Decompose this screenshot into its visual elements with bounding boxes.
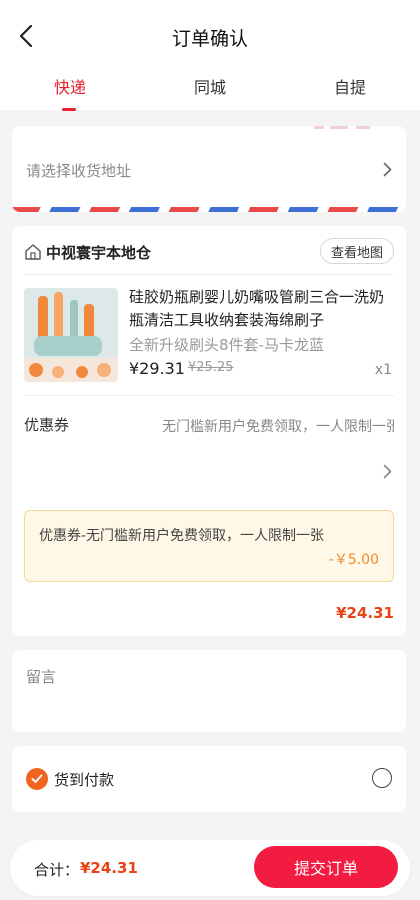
divider: [24, 274, 394, 275]
status-bar: [300, 0, 380, 2]
product-original-price: ¥25.25: [188, 360, 234, 375]
applied-coupon-amount: -￥5.00: [328, 552, 379, 568]
address-selector[interactable]: 请选择收货地址: [12, 126, 406, 212]
total-label: 合计：: [34, 861, 80, 879]
check-icon[interactable]: [26, 768, 48, 790]
address-placeholder: 请选择收货地址: [26, 162, 132, 180]
checkout-bar: 合计： ¥24.31 提交订单: [10, 840, 410, 896]
coupon-label: 优惠券: [24, 416, 70, 434]
payment-option-cod[interactable]: 货到付款: [12, 746, 406, 812]
delivery-tabs: 快递 同城 自提: [0, 74, 420, 111]
note-field[interactable]: 留言: [12, 650, 406, 732]
chevron-right-icon[interactable]: [383, 464, 392, 479]
address-decoration: [314, 126, 370, 129]
view-map-button[interactable]: 查看地图: [319, 238, 394, 264]
airmail-border: [12, 207, 406, 212]
applied-coupon: 优惠券-无门槛新用户免费领取，一人限制一张 -￥5.00: [24, 510, 394, 582]
tab-same-city[interactable]: 同城: [170, 74, 250, 98]
order-card: 中视寰宇本地仓 查看地图 硅胶奶瓶刷婴儿奶嘴吸管刷三合一洗奶瓶清洁工具收纳套装海…: [12, 226, 406, 636]
chevron-right-icon: [383, 162, 392, 177]
tab-active-indicator: [62, 108, 76, 111]
tab-pickup[interactable]: 自提: [310, 74, 390, 98]
product-title[interactable]: 硅胶奶瓶刷婴儿奶嘴吸管刷三合一洗奶瓶清洁工具收纳套装海绵刷子: [129, 286, 395, 332]
product-spec: 全新升级刷头8件套-马卡龙蓝: [129, 336, 324, 354]
product-photo: [24, 288, 118, 382]
product-image[interactable]: [24, 288, 118, 382]
tab-express[interactable]: 快递: [30, 74, 110, 98]
divider: [24, 395, 394, 396]
applied-coupon-text: 优惠券-无门槛新用户免费领取，一人限制一张: [39, 528, 325, 544]
submit-order-button[interactable]: 提交订单: [254, 846, 398, 888]
coupon-description[interactable]: 无门槛新用户免费领取，一人限制一张: [162, 416, 394, 436]
note-label: 留言: [26, 668, 57, 686]
total-value: ¥24.31: [80, 859, 138, 877]
product-quantity: x1: [374, 362, 392, 378]
checkmark-icon: [31, 774, 43, 783]
page-title: 订单确认: [171, 28, 248, 50]
home-icon: [25, 244, 41, 260]
store-name: 中视寰宇本地仓: [46, 243, 152, 262]
payment-radio[interactable]: [372, 768, 392, 788]
header: 订单确认 快递 同城 自提: [0, 0, 420, 111]
store-header: 中视寰宇本地仓: [24, 240, 151, 264]
payment-label: 货到付款: [54, 771, 115, 789]
bottom-bar: 合计： ¥24.31 提交订单: [0, 840, 420, 900]
order-subtotal: ¥24.31: [336, 604, 394, 622]
product-price: ¥29.31: [129, 359, 185, 378]
